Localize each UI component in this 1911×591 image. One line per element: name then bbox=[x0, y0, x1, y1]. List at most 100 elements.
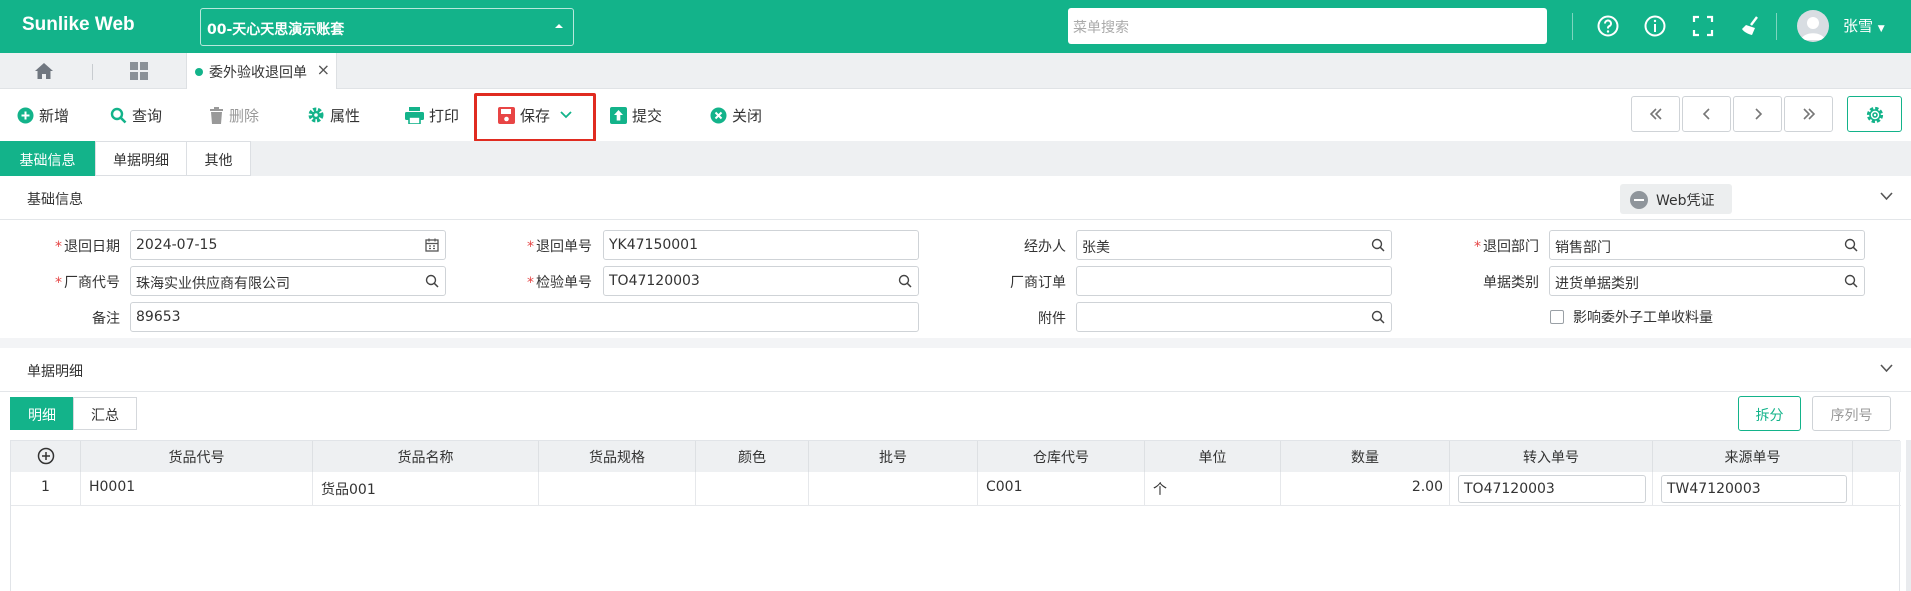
delete-label: 删除 bbox=[229, 106, 260, 125]
doc-detail-title: 单据明细 bbox=[27, 364, 83, 380]
cell-in-no[interactable]: TO47120003 bbox=[1458, 475, 1646, 503]
cell-unit[interactable]: 个 bbox=[1145, 472, 1281, 506]
remark-field[interactable]: 89653 bbox=[130, 302, 919, 332]
col-color[interactable]: 颜色 bbox=[696, 441, 809, 472]
account-select[interactable]: 00-天心天思演示账套 bbox=[200, 8, 574, 46]
search-icon[interactable] bbox=[898, 274, 912, 288]
cell-color[interactable] bbox=[696, 472, 809, 506]
doc-type-field[interactable]: 进货单据类别 bbox=[1549, 266, 1865, 296]
return-no-field[interactable]: YK47150001 bbox=[603, 230, 919, 260]
search-icon[interactable] bbox=[425, 274, 439, 288]
next-record-button[interactable] bbox=[1733, 96, 1782, 132]
page-tab-bar: 委外验收退回单 × bbox=[0, 53, 1911, 89]
close-tab-icon[interactable]: × bbox=[317, 60, 330, 79]
clean-cache-icon[interactable] bbox=[1737, 12, 1765, 40]
minus-circle-icon bbox=[1630, 191, 1648, 209]
save-highlight-box bbox=[474, 93, 596, 142]
close-button[interactable]: 关闭 bbox=[710, 103, 762, 127]
search-icon[interactable] bbox=[1371, 310, 1385, 324]
col-qty[interactable]: 数量 bbox=[1281, 441, 1450, 472]
basic-info-title: 基础信息 bbox=[27, 192, 83, 208]
col-in-no[interactable]: 转入单号 bbox=[1450, 441, 1653, 472]
search-icon[interactable] bbox=[1844, 238, 1858, 252]
detail-grid: 货品代号 货品名称 货品规格 颜色 批号 仓库代号 单位 数量 转入单号 来源单… bbox=[10, 440, 1901, 591]
cell-warehouse[interactable]: C001 bbox=[978, 472, 1145, 506]
vendor-order-field[interactable] bbox=[1076, 266, 1392, 296]
vendor-order-label: 厂商订单 bbox=[1010, 275, 1066, 291]
double-chevron-left-icon bbox=[1649, 108, 1662, 120]
attributes-button[interactable]: 属性 bbox=[307, 103, 360, 127]
upload-icon bbox=[610, 106, 627, 124]
print-button[interactable]: 打印 bbox=[405, 103, 459, 127]
handler-field[interactable]: 张美 bbox=[1076, 230, 1392, 260]
serial-number-button[interactable]: 序列号 bbox=[1812, 396, 1891, 431]
first-record-button[interactable] bbox=[1631, 96, 1680, 132]
search-icon[interactable] bbox=[1844, 274, 1858, 288]
fullscreen-icon[interactable] bbox=[1689, 12, 1717, 40]
tab-other[interactable]: 其他 bbox=[186, 141, 251, 176]
split-button[interactable]: 拆分 bbox=[1738, 396, 1801, 431]
tab-document[interactable]: 委外验收退回单 × bbox=[186, 53, 337, 89]
tab-document-label: 委外验收退回单 bbox=[209, 65, 307, 81]
col-warehouse[interactable]: 仓库代号 bbox=[978, 441, 1145, 472]
return-dept-field[interactable]: 销售部门 bbox=[1549, 230, 1865, 260]
query-button[interactable]: 查询 bbox=[110, 103, 162, 127]
trash-icon bbox=[210, 106, 223, 124]
affect-checkbox[interactable] bbox=[1550, 310, 1564, 324]
help-icon[interactable] bbox=[1594, 12, 1622, 40]
col-goods-code[interactable]: 货品代号 bbox=[81, 441, 313, 472]
vertical-scrollbar[interactable] bbox=[1906, 440, 1911, 591]
table-row[interactable]: 1 H0001 货品001 C001 个 2.00 TO47120003 TW4… bbox=[11, 472, 1901, 506]
apps-tab[interactable] bbox=[109, 53, 169, 88]
user-avatar[interactable] bbox=[1797, 10, 1829, 42]
web-voucher-button[interactable]: Web凭证 bbox=[1620, 184, 1732, 214]
col-unit[interactable]: 单位 bbox=[1145, 441, 1281, 472]
add-label: 新增 bbox=[39, 106, 70, 125]
cell-batch[interactable] bbox=[809, 472, 978, 506]
cell-goods-code[interactable]: H0001 bbox=[81, 472, 313, 506]
doc-detail-header[interactable]: 单据明细 bbox=[0, 348, 1911, 392]
collapse-chevron-icon[interactable] bbox=[1880, 192, 1893, 201]
home-tab[interactable] bbox=[14, 53, 74, 88]
last-record-button[interactable] bbox=[1784, 96, 1833, 132]
return-date-field[interactable]: 2024-07-15 bbox=[130, 230, 446, 260]
tab-doc-detail[interactable]: 单据明细 bbox=[95, 141, 187, 176]
attachment-field[interactable] bbox=[1076, 302, 1392, 332]
divider bbox=[1572, 13, 1573, 40]
search-icon[interactable] bbox=[1371, 238, 1385, 252]
return-dept-label: * 退回部门 bbox=[1474, 239, 1539, 255]
add-row-icon[interactable] bbox=[37, 447, 55, 465]
add-button[interactable]: 新增 bbox=[17, 103, 69, 127]
submit-button[interactable]: 提交 bbox=[610, 103, 662, 127]
delete-button[interactable]: 删除 bbox=[209, 103, 259, 127]
cell-goods-spec[interactable] bbox=[539, 472, 696, 506]
home-icon bbox=[35, 63, 53, 79]
calendar-icon[interactable] bbox=[425, 238, 439, 252]
inspect-no-field[interactable]: TO47120003 bbox=[603, 266, 919, 296]
cell-goods-name[interactable]: 货品001 bbox=[313, 472, 539, 506]
user-name: 张雪 bbox=[1843, 17, 1874, 35]
prev-record-button[interactable] bbox=[1682, 96, 1731, 132]
chevron-left-icon bbox=[1702, 108, 1710, 120]
col-batch[interactable]: 批号 bbox=[809, 441, 978, 472]
tab-basic-info[interactable]: 基础信息 bbox=[0, 141, 95, 176]
doc-type-label: 单据类别 bbox=[1483, 275, 1539, 291]
col-goods-spec[interactable]: 货品规格 bbox=[539, 441, 696, 472]
settings-button[interactable] bbox=[1847, 96, 1902, 132]
cell-qty[interactable]: 2.00 bbox=[1281, 472, 1450, 506]
collapse-chevron-icon[interactable] bbox=[1880, 364, 1893, 373]
user-menu[interactable]: 张雪 ▼ bbox=[1843, 15, 1885, 36]
tab-detail-lines[interactable]: 明细 bbox=[10, 397, 74, 430]
col-goods-name[interactable]: 货品名称 bbox=[313, 441, 539, 472]
form-subtabs: 基础信息 单据明细 其他 bbox=[0, 141, 1911, 176]
tab-summary[interactable]: 汇总 bbox=[73, 397, 137, 430]
inspect-no-label: * 检验单号 bbox=[527, 275, 592, 291]
section-separator bbox=[0, 338, 1911, 348]
col-src-no[interactable]: 来源单号 bbox=[1653, 441, 1853, 472]
info-icon[interactable] bbox=[1641, 12, 1669, 40]
menu-search-input[interactable]: 菜单搜索 bbox=[1068, 8, 1547, 44]
return-no-label: * 退回单号 bbox=[527, 239, 592, 255]
plus-circle-icon bbox=[17, 107, 34, 123]
vendor-field[interactable]: 珠海实业供应商有限公司 bbox=[130, 266, 446, 296]
cell-src-no[interactable]: TW47120003 bbox=[1661, 475, 1847, 503]
